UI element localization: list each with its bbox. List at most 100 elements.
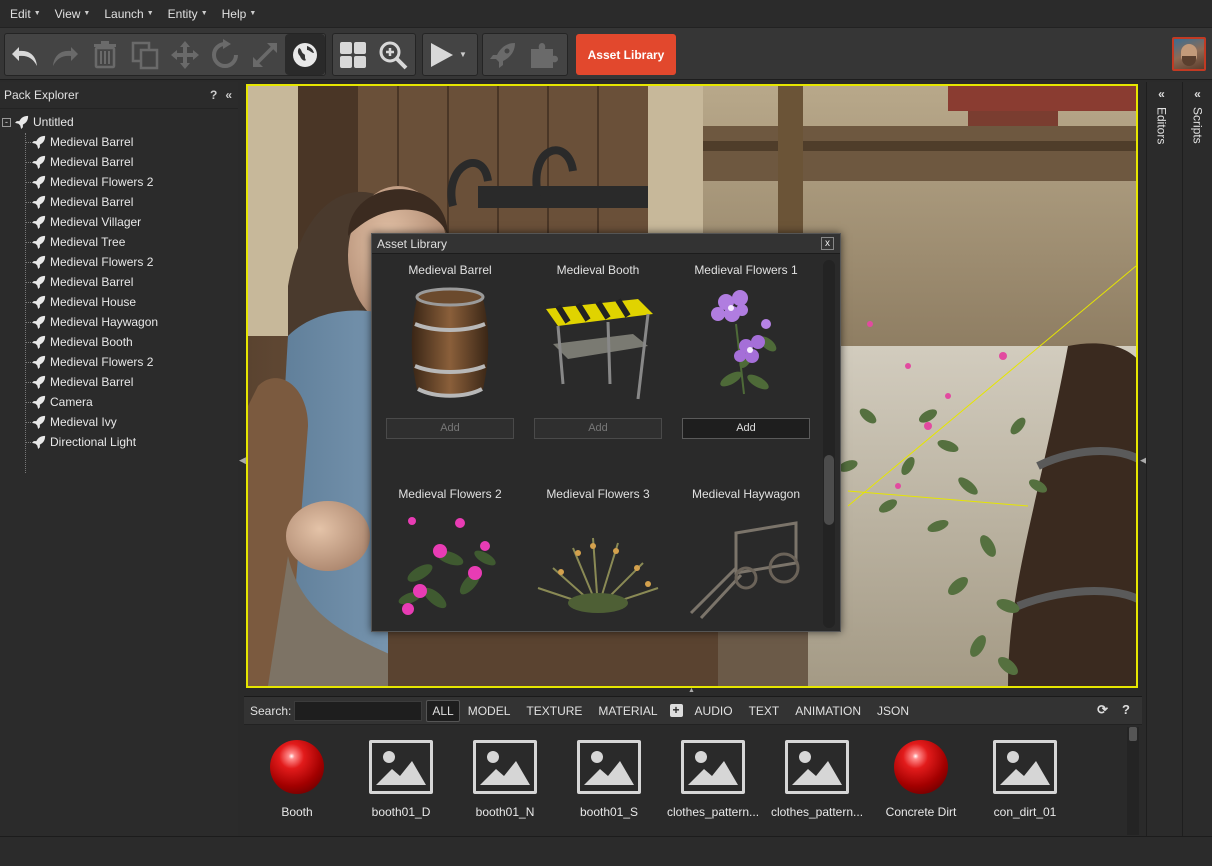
undo-button[interactable] [5,34,45,75]
asset-library-button[interactable]: Asset Library [576,34,676,75]
dialog-scrollbar[interactable] [823,260,835,628]
asset-tile[interactable]: Concrete Dirt [869,737,973,819]
asset-tile-label: clothes_pattern... [770,805,864,819]
launch-button[interactable] [423,34,459,75]
add-asset-plus-icon[interactable]: + [669,704,683,717]
entity-icon [32,395,46,409]
asset-tile-label: clothes_pattern... [666,805,760,819]
filter-text[interactable]: TEXT [741,700,788,722]
filter-texture[interactable]: TEXTURE [518,700,590,722]
refresh-icon[interactable]: ⟳ [1097,702,1108,718]
add-button[interactable]: Add [386,418,514,439]
tree-item[interactable]: Medieval Barrel [0,272,238,292]
search-input[interactable] [294,700,423,721]
status-bar [0,836,1212,866]
add-button[interactable]: Add [682,418,810,439]
haywagon-thumbnail [672,503,820,630]
collapse-bottom-arrow-icon[interactable]: ▲ [688,687,695,694]
asset-library-dialog: Asset Library x Medieval Barrel Add Medi… [371,233,841,632]
asset-tile[interactable]: booth01_N [453,737,557,819]
browser-scrollbar[interactable] [1127,727,1139,835]
scripts-tab[interactable]: « Scripts [1182,82,1212,836]
menu-view[interactable]: View ▼ [48,7,98,21]
grid-button[interactable] [333,34,373,75]
redo-button[interactable] [45,34,85,75]
tree-item[interactable]: Medieval Tree [0,232,238,252]
publish-icon [490,42,515,68]
tree-item[interactable]: Camera [0,392,238,412]
tree-item[interactable]: Medieval Flowers 2 [0,352,238,372]
menu-entity[interactable]: Entity ▼ [161,7,215,21]
entity-icon [32,275,46,289]
tree-item[interactable]: Medieval Barrel [0,152,238,172]
asset-tile-label: Concrete Dirt [885,805,957,819]
asset-tile-label: booth01_D [371,805,431,819]
world-space-icon [293,42,317,67]
tree-item[interactable]: Medieval House [0,292,238,312]
tree-item[interactable]: Medieval Flowers 2 [0,252,238,272]
add-button[interactable]: Add [534,418,662,439]
flowers-thumbnail [376,503,524,630]
delete-button[interactable] [85,34,125,75]
extensions-button[interactable] [523,34,563,75]
menu-bar: Edit ▼ View ▼ Launch ▼ Entity ▼ Help ▼ [0,0,1212,27]
collapse-toggle-icon[interactable]: - [2,117,11,127]
entity-icon [32,235,46,249]
launch-tool-group: ▼ [422,33,478,76]
rotate-button[interactable] [205,34,245,75]
entity-icon [32,195,46,209]
asset-tile[interactable]: booth01_D [349,737,453,819]
tree-item-label: Medieval Villager [50,215,142,229]
dialog-title: Asset Library [372,234,840,254]
tree-item[interactable]: Medieval Booth [0,332,238,352]
collapse-left-arrow-icon[interactable]: ◀ [239,455,246,466]
publish-button[interactable] [483,34,523,75]
tree-item[interactable]: Medieval Barrel [0,132,238,152]
scale-button[interactable] [245,34,285,75]
menu-help[interactable]: Help ▼ [215,7,264,21]
filter-audio[interactable]: AUDIO [687,700,741,722]
filter-model[interactable]: MODEL [460,700,519,722]
tree-root-untitled[interactable]: - Untitled [0,112,238,132]
tree-item[interactable]: Directional Light [0,432,238,452]
move-button[interactable] [165,34,205,75]
tree-item-label: Medieval House [50,295,137,309]
entity-icon [32,335,46,349]
tree-item[interactable]: Medieval Villager [0,212,238,232]
asset-tile[interactable]: booth01_S [557,737,661,819]
duplicate-button[interactable] [125,34,165,75]
asset-tile[interactable]: clothes_pattern... [765,737,869,819]
zoom-button[interactable] [373,34,413,75]
tree-item[interactable]: Medieval Ivy [0,412,238,432]
entity-icon [32,175,46,189]
tree-item[interactable]: Medieval Barrel [0,372,238,392]
launch-dropdown-icon[interactable]: ▼ [459,50,467,59]
expand-icon[interactable]: « [1194,87,1201,101]
help-icon[interactable]: ? [210,88,217,102]
asset-tile[interactable]: con_dirt_01 [973,737,1077,819]
world-space-button[interactable] [285,34,325,75]
filter-animation[interactable]: ANIMATION [787,700,869,722]
filter-material[interactable]: MATERIAL [590,700,665,722]
editors-tab[interactable]: « Editors [1146,82,1176,836]
menu-launch[interactable]: Launch ▼ [97,7,160,21]
filter-json[interactable]: JSON [869,700,917,722]
collapse-icon[interactable]: « [225,88,232,102]
menu-edit[interactable]: Edit ▼ [3,7,48,21]
asset-card: Medieval Flowers 3 [524,485,672,630]
asset-tile[interactable]: Booth [245,737,349,819]
help-icon[interactable]: ? [1122,702,1130,718]
filter-all[interactable]: ALL [426,699,460,722]
booth-thumbnail [524,279,672,409]
close-icon[interactable]: x [821,237,834,250]
tree-item[interactable]: Medieval Barrel [0,192,238,212]
rotate-icon [212,38,238,68]
asset-list: Booth booth01_D booth01_N booth01_S clothes_… [244,727,1124,835]
asset-card: Medieval Flowers 1 Add [672,261,820,439]
asset-tile[interactable]: clothes_pattern... [661,737,765,819]
expand-icon[interactable]: « [1158,87,1165,101]
avatar[interactable] [1172,37,1206,71]
grid-icon [340,41,366,68]
tree-item[interactable]: Medieval Flowers 2 [0,172,238,192]
tree-item[interactable]: Medieval Haywagon [0,312,238,332]
